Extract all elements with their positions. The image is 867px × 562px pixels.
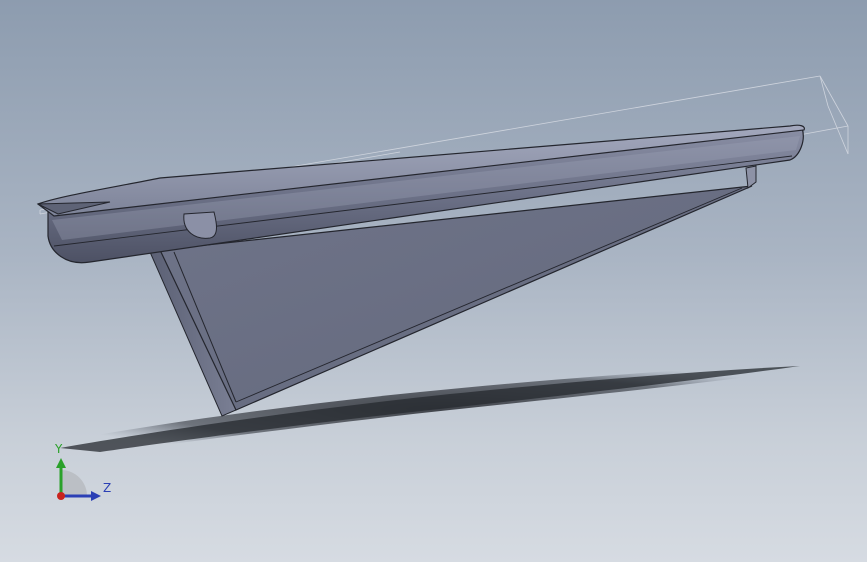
graphics-viewport[interactable]: Y Z <box>0 0 867 562</box>
origin-dot-icon <box>57 492 65 500</box>
model-canvas[interactable] <box>0 0 867 562</box>
y-axis-label: Y <box>55 442 63 456</box>
triad-quarter-disc <box>61 470 87 496</box>
z-axis-label: Z <box>103 481 112 495</box>
axis-triad[interactable] <box>56 458 101 501</box>
ground-shadow-core <box>60 366 800 452</box>
fin-end-cap <box>745 165 757 189</box>
z-axis-arrow-icon <box>91 491 101 501</box>
y-axis-arrow-icon <box>56 458 66 468</box>
